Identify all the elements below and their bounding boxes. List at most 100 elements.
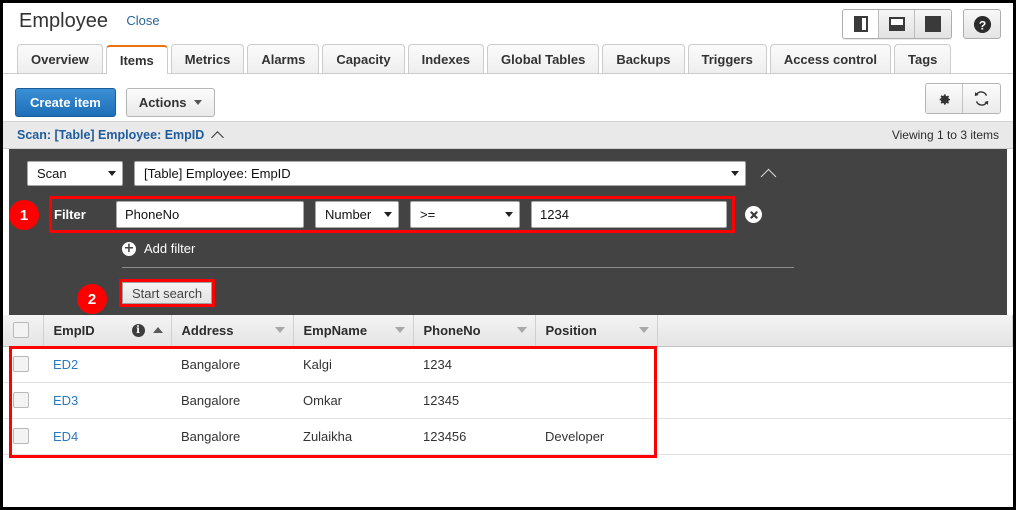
row-select-cell xyxy=(3,346,43,383)
full-view-button[interactable] xyxy=(915,10,951,38)
chevron-down-icon[interactable] xyxy=(638,327,649,334)
filter-type-select[interactable]: Number xyxy=(315,201,399,228)
tab-triggers[interactable]: Triggers xyxy=(687,44,767,73)
chevron-down-icon[interactable] xyxy=(394,327,405,334)
help-icon: ? xyxy=(973,15,991,33)
tab-backups[interactable]: Backups xyxy=(602,44,685,73)
cell-position xyxy=(535,382,657,419)
cell-spacer xyxy=(657,382,1013,419)
chevron-down-icon[interactable] xyxy=(274,327,285,334)
column-header-empid[interactable]: EmpID i xyxy=(43,315,172,347)
row-checkbox[interactable] xyxy=(13,392,29,408)
column-header-spacer xyxy=(657,315,1013,347)
table-row[interactable]: ED4 Bangalore Zulaikha 123456 Developer xyxy=(3,418,1013,455)
column-header-position[interactable]: Position xyxy=(535,315,658,347)
row-select-cell xyxy=(3,382,43,419)
column-label: PhoneNo xyxy=(423,322,481,338)
cell-position xyxy=(535,346,657,383)
title-bar: Employee Close ? xyxy=(3,3,1013,45)
table-select[interactable]: [Table] Employee: EmpID xyxy=(134,161,746,186)
chevron-down-icon xyxy=(108,171,116,176)
row-checkbox[interactable] xyxy=(13,356,29,372)
split-bottom-view-button[interactable] xyxy=(879,10,915,38)
column-label: EmpName xyxy=(303,322,368,338)
empid-link[interactable]: ED4 xyxy=(53,429,78,444)
chevron-up-icon[interactable] xyxy=(213,132,224,139)
window-controls: ? xyxy=(842,9,1001,39)
filter-value-input[interactable]: 1234 xyxy=(531,201,727,228)
cell-empid: ED3 xyxy=(43,382,171,419)
row-checkbox[interactable] xyxy=(13,428,29,444)
column-header-phoneno[interactable]: PhoneNo xyxy=(413,315,536,347)
row-select-cell xyxy=(3,418,43,455)
refresh-button[interactable] xyxy=(963,84,1000,113)
actions-button[interactable]: Actions xyxy=(125,87,216,117)
help-button[interactable]: ? xyxy=(963,9,1001,39)
table-row[interactable]: ED3 Bangalore Omkar 12345 xyxy=(3,382,1013,419)
operation-select[interactable]: Scan xyxy=(27,161,123,186)
column-header-address[interactable]: Address xyxy=(171,315,294,347)
action-toolbar: Create item Actions xyxy=(3,74,1013,121)
chevron-down-icon xyxy=(194,99,203,105)
filter-operator-select[interactable]: >= xyxy=(410,201,520,228)
table-select-value: [Table] Employee: EmpID xyxy=(144,166,291,181)
chevron-down-icon xyxy=(505,212,513,217)
query-operation-row: Scan [Table] Employee: EmpID xyxy=(9,161,1007,186)
tab-indexes[interactable]: Indexes xyxy=(407,44,485,73)
settings-button[interactable] xyxy=(926,84,963,113)
add-filter-label: Add filter xyxy=(144,241,196,256)
search-action-row: 2 Start search xyxy=(9,279,1007,314)
tab-capacity[interactable]: Capacity xyxy=(322,44,405,73)
cell-phoneno: 12345 xyxy=(413,382,535,419)
view-layout-group xyxy=(842,9,952,39)
sort-ascending-icon[interactable] xyxy=(152,327,163,334)
filter-type-value: Number xyxy=(325,207,372,222)
tab-global-tables[interactable]: Global Tables xyxy=(487,44,600,73)
tab-items[interactable]: Items xyxy=(105,45,168,74)
cell-address: Bangalore xyxy=(171,418,293,455)
collapse-panel-icon[interactable] xyxy=(762,168,778,180)
viewing-count-label: Viewing 1 to 3 items xyxy=(891,128,999,142)
panel-divider xyxy=(122,267,794,268)
chevron-down-icon xyxy=(384,212,392,217)
cell-address: Bangalore xyxy=(171,382,293,419)
chevron-down-icon[interactable] xyxy=(516,327,527,334)
refresh-icon xyxy=(974,91,989,106)
filter-label: Filter xyxy=(54,207,86,222)
tab-access-control[interactable]: Access control xyxy=(769,44,892,73)
pane-bottom-icon xyxy=(888,17,905,31)
empid-link[interactable]: ED2 xyxy=(53,357,78,372)
add-filter-button[interactable]: + Add filter xyxy=(122,241,218,256)
close-link[interactable]: Close xyxy=(126,13,159,30)
toolbar-icon-group xyxy=(925,83,1001,114)
actions-button-label: Actions xyxy=(138,94,187,110)
filter-controls: Filter PhoneNo Number >= 1234 xyxy=(54,200,727,229)
tab-alarms[interactable]: Alarms xyxy=(247,44,320,73)
results-table: EmpID i Address EmpName PhoneNo Position… xyxy=(3,315,1013,455)
table-header-row: EmpID i Address EmpName PhoneNo Position xyxy=(3,315,1013,347)
start-search-highlight-box: Start search xyxy=(119,279,216,307)
create-item-button[interactable]: Create item xyxy=(15,87,116,117)
remove-filter-button[interactable] xyxy=(745,206,762,223)
pane-left-icon xyxy=(853,16,868,32)
scan-summary-bar: Scan: [Table] Employee: EmpID Viewing 1 … xyxy=(3,121,1013,149)
start-search-button[interactable]: Start search xyxy=(122,282,213,304)
scan-summary-title[interactable]: Scan: [Table] Employee: EmpID xyxy=(17,128,204,142)
tab-metrics[interactable]: Metrics xyxy=(170,44,245,73)
cell-address: Bangalore xyxy=(171,346,293,383)
chevron-down-icon xyxy=(731,171,739,176)
tab-overview[interactable]: Overview xyxy=(17,44,103,73)
filter-attribute-input[interactable]: PhoneNo xyxy=(116,201,304,228)
results-table-area: EmpID i Address EmpName PhoneNo Position… xyxy=(3,315,1013,458)
table-row[interactable]: ED2 Bangalore Kalgi 1234 xyxy=(3,346,1013,383)
tab-tags[interactable]: Tags xyxy=(894,44,952,73)
select-all-checkbox[interactable] xyxy=(13,322,29,339)
info-icon[interactable]: i xyxy=(131,323,145,337)
column-header-empname[interactable]: EmpName xyxy=(293,315,414,347)
cell-spacer xyxy=(657,418,1013,455)
column-label: Position xyxy=(545,322,597,338)
empid-link[interactable]: ED3 xyxy=(53,393,78,408)
annotation-badge-1: 1 xyxy=(9,200,39,230)
split-left-view-button[interactable] xyxy=(843,10,879,38)
operation-select-value: Scan xyxy=(37,166,67,181)
